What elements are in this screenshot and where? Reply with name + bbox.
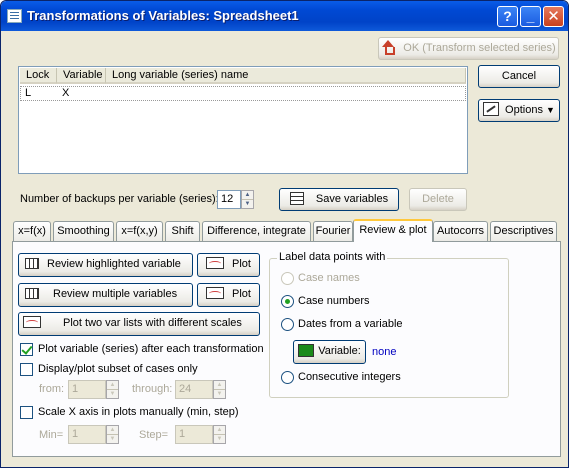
- spin-down-icon[interactable]: ▼: [242, 200, 253, 209]
- plot-two-lists-label: Plot two var lists with different scales: [63, 317, 242, 329]
- through-spinner[interactable]: ▲ ▼: [213, 380, 226, 399]
- from-input[interactable]: 1: [68, 380, 106, 399]
- spin-up-icon[interactable]: ▲: [214, 426, 225, 435]
- consecutive-integers-radio[interactable]: [281, 371, 294, 384]
- variable-list[interactable]: Lock Variable Long variable (series) nam…: [18, 66, 468, 174]
- through-input[interactable]: 24: [175, 380, 213, 399]
- row-lock-cell: L: [25, 87, 32, 99]
- backups-input[interactable]: 12: [217, 190, 241, 209]
- plot-multiple-button[interactable]: Plot: [197, 283, 260, 307]
- tab-x-f-x[interactable]: x=f(x): [13, 221, 51, 241]
- case-names-radio[interactable]: [281, 272, 294, 285]
- from-label: from:: [39, 383, 65, 395]
- options-icon: [483, 102, 500, 116]
- column-header-variable[interactable]: Variable: [57, 68, 106, 84]
- save-variables-label: Save variables: [315, 193, 389, 205]
- case-names-label: Case names: [298, 272, 360, 284]
- plot-after-transform-label: Plot variable (series) after each transf…: [38, 343, 264, 355]
- column-header-long-name[interactable]: Long variable (series) name: [106, 68, 466, 84]
- min-spinner[interactable]: ▲ ▼: [106, 425, 119, 444]
- plot-two-lists-button[interactable]: Plot two var lists with different scales: [18, 312, 260, 336]
- spreadsheet-icon: [25, 258, 39, 269]
- display-subset-label: Display/plot subset of cases only: [38, 363, 198, 375]
- spin-up-icon[interactable]: ▲: [107, 426, 118, 435]
- spin-down-icon[interactable]: ▼: [214, 435, 225, 444]
- label-group-title: Label data points with: [277, 251, 388, 263]
- plot-label: Plot: [232, 288, 251, 300]
- step-input[interactable]: 1: [175, 425, 213, 444]
- dates-from-variable-label: Dates from a variable: [298, 318, 403, 330]
- step-label: Step=: [139, 429, 169, 441]
- cancel-button[interactable]: Cancel: [478, 65, 560, 88]
- variable-button-label: Variable:: [318, 345, 361, 357]
- dialog-window: Transformations of Variables: Spreadshee…: [0, 0, 569, 468]
- spin-up-icon[interactable]: ▲: [214, 381, 225, 390]
- tab-review-plot[interactable]: Review & plot: [353, 219, 433, 242]
- tab-difference-integrate[interactable]: Difference, integrate: [202, 221, 311, 241]
- plot-icon: [23, 316, 41, 328]
- variable-select-button[interactable]: Variable:: [293, 340, 366, 364]
- help-button[interactable]: ?: [497, 6, 518, 27]
- case-numbers-label: Case numbers: [298, 295, 370, 307]
- from-spinner[interactable]: ▲ ▼: [106, 380, 119, 399]
- review-multiple-label: Review multiple variables: [53, 288, 178, 300]
- spin-down-icon[interactable]: ▼: [107, 390, 118, 399]
- spin-up-icon[interactable]: ▲: [107, 381, 118, 390]
- spin-down-icon[interactable]: ▼: [214, 390, 225, 399]
- plot-highlighted-button[interactable]: Plot: [197, 253, 260, 277]
- save-icon: [289, 192, 304, 205]
- tab-x-f-x-y[interactable]: x=f(x,y): [116, 221, 163, 241]
- window-title: Transformations of Variables: Spreadshee…: [27, 8, 299, 23]
- plot-icon: [206, 257, 225, 269]
- scale-x-label: Scale X axis in plots manually (min, ste…: [38, 406, 239, 418]
- plot-icon: [206, 287, 225, 299]
- dates-from-variable-radio[interactable]: [281, 318, 294, 331]
- spreadsheet-icon: [25, 288, 39, 299]
- table-row[interactable]: L X: [20, 86, 466, 101]
- ok-button[interactable]: OK (Transform selected series): [378, 37, 559, 60]
- consecutive-integers-label: Consecutive integers: [298, 371, 401, 383]
- options-label: Options: [505, 104, 543, 116]
- variable-icon: [298, 344, 315, 357]
- review-multiple-button[interactable]: Review multiple variables: [18, 283, 193, 307]
- scale-x-checkbox[interactable]: [20, 406, 33, 419]
- tab-fourier[interactable]: Fourier: [313, 221, 353, 241]
- spin-down-icon[interactable]: ▼: [107, 435, 118, 444]
- min-label: Min=: [39, 429, 64, 441]
- transform-up-icon: [381, 40, 396, 55]
- delete-button[interactable]: Delete: [409, 188, 467, 211]
- spreadsheet-icon: [7, 9, 22, 23]
- close-icon: ✕: [547, 8, 560, 25]
- backups-spinner[interactable]: ▲ ▼: [241, 190, 254, 209]
- title-bar[interactable]: Transformations of Variables: Spreadshee…: [1, 1, 568, 31]
- tab-shift[interactable]: Shift: [165, 221, 200, 241]
- tab-descriptives[interactable]: Descriptives: [490, 221, 557, 241]
- variable-value: none: [372, 346, 397, 358]
- minimize-button[interactable]: _: [520, 6, 541, 27]
- help-icon: ?: [503, 8, 512, 24]
- review-highlighted-button[interactable]: Review highlighted variable: [18, 253, 193, 277]
- tab-smoothing[interactable]: Smoothing: [53, 221, 114, 241]
- dropdown-arrow-icon: ▼: [546, 105, 555, 115]
- close-button[interactable]: ✕: [543, 6, 564, 27]
- plot-after-transform-checkbox[interactable]: [20, 343, 33, 356]
- save-variables-button[interactable]: Save variables: [279, 188, 399, 211]
- column-header-lock[interactable]: Lock: [20, 68, 57, 84]
- spin-up-icon[interactable]: ▲: [242, 191, 253, 200]
- case-numbers-radio[interactable]: [281, 295, 294, 308]
- review-highlighted-label: Review highlighted variable: [47, 258, 181, 270]
- options-button[interactable]: Options ▼: [478, 99, 560, 122]
- backups-label: Number of backups per variable (series):: [20, 193, 219, 205]
- display-subset-checkbox[interactable]: [20, 363, 33, 376]
- through-label: through:: [132, 383, 173, 395]
- ok-button-label: OK (Transform selected series): [403, 42, 556, 54]
- row-variable-cell: X: [62, 87, 70, 99]
- min-input[interactable]: 1: [68, 425, 106, 444]
- plot-label: Plot: [232, 258, 251, 270]
- tab-autocorrs[interactable]: Autocorrs: [433, 221, 488, 241]
- step-spinner[interactable]: ▲ ▼: [213, 425, 226, 444]
- minimize-icon: _: [526, 8, 535, 24]
